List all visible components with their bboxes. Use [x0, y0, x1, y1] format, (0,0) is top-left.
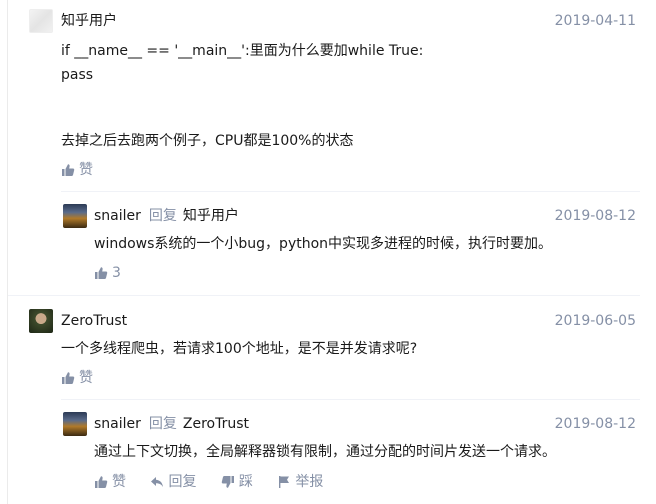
like-button[interactable]: 3: [94, 263, 121, 283]
reply-text: windows系统的一个小bug，python中实现多进程的时候，执行时要加。: [94, 236, 553, 252]
author-name[interactable]: snailer: [94, 208, 141, 224]
comment-actions: 赞: [61, 160, 113, 183]
reply-text: 通过上下文切换，全局解释器锁有限制，通过分配的时间片发送一个请求。: [94, 444, 556, 460]
divider: [61, 191, 640, 192]
reply-author-line: snailer 回复 ZeroTrust: [94, 414, 249, 434]
comment-author: 知乎用户: [61, 11, 117, 31]
reply-to-name[interactable]: ZeroTrust: [183, 416, 249, 432]
author-name[interactable]: 知乎用户: [61, 13, 117, 29]
report-label: 举报: [295, 474, 324, 490]
author-name[interactable]: ZeroTrust: [61, 313, 127, 329]
reply-word: 回复: [148, 208, 177, 224]
reply-actions: 3: [94, 263, 141, 286]
reply-word: 回复: [148, 416, 177, 432]
thumb-down-icon: [221, 476, 234, 488]
comment-line: pass: [61, 67, 94, 83]
divider: [61, 399, 640, 400]
dislike-label: 踩: [238, 474, 253, 490]
reply-button[interactable]: 回复: [150, 472, 196, 492]
author-name[interactable]: snailer: [94, 416, 141, 432]
avatar[interactable]: [63, 412, 87, 436]
comment-actions: 赞: [61, 368, 113, 391]
reply-date: 2019-08-12: [554, 416, 636, 432]
like-button[interactable]: 赞: [61, 160, 93, 180]
comment-line: 去掉之后去跑两个例子，CPU都是100%的状态: [61, 133, 354, 149]
like-label: 赞: [79, 370, 93, 386]
divider: [8, 295, 640, 296]
comment-author: ZeroTrust: [61, 311, 127, 331]
avatar[interactable]: [29, 9, 53, 33]
comment-date: 2019-04-11: [554, 13, 636, 29]
reply-to-name[interactable]: 知乎用户: [183, 208, 239, 224]
like-label: 赞: [79, 162, 93, 178]
comment-text: 一个多线程爬虫，若请求100个地址，是不是并发请求呢?: [61, 341, 418, 357]
reply-label: 回复: [168, 474, 197, 490]
reply-arrow-icon: [151, 477, 164, 487]
comment-date: 2019-06-05: [554, 313, 636, 329]
thumb-up-icon: [62, 164, 75, 176]
flag-icon: [279, 476, 290, 488]
reply-actions: 赞 回复 踩 举报: [94, 472, 343, 495]
thread-left-rule: [7, 0, 8, 504]
avatar[interactable]: [29, 309, 53, 333]
avatar[interactable]: [63, 204, 87, 228]
reply-author-line: snailer 回复 知乎用户: [94, 206, 239, 226]
comment-line: if __name__ == '__main__':里面为什么要加while T…: [61, 43, 424, 59]
thumb-up-icon: [62, 372, 75, 384]
like-button[interactable]: 赞: [61, 368, 93, 388]
report-button[interactable]: 举报: [277, 472, 323, 492]
like-count: 3: [112, 265, 121, 281]
like-button[interactable]: 赞: [94, 472, 126, 492]
like-label: 赞: [112, 474, 126, 490]
thumb-up-icon: [95, 267, 108, 279]
reply-date: 2019-08-12: [554, 208, 636, 224]
thumb-up-icon: [95, 476, 108, 488]
dislike-button[interactable]: 踩: [221, 472, 253, 492]
